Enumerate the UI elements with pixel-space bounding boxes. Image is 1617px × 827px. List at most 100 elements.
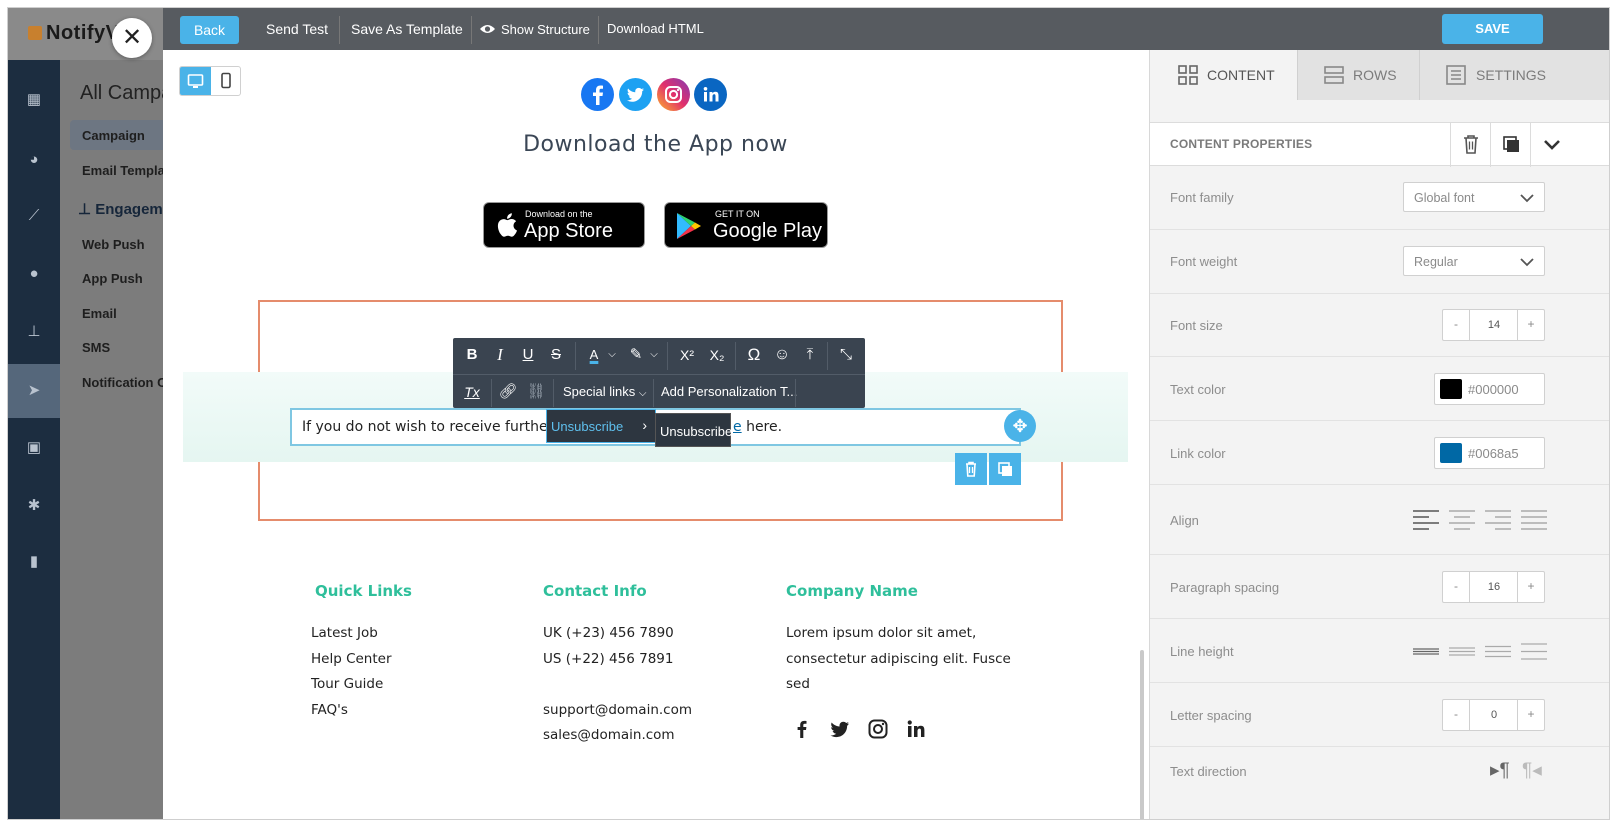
subscript-icon[interactable]: X₂ xyxy=(703,338,731,372)
send-test-button[interactable]: Send Test xyxy=(266,8,328,50)
text-color-value[interactable]: #000000 xyxy=(1468,382,1519,397)
menu-item-notification[interactable]: Notification C xyxy=(82,375,167,390)
footer-facebook-icon[interactable] xyxy=(791,718,813,740)
menu-item-campaign[interactable]: Campaign xyxy=(82,128,145,143)
italic-icon[interactable]: I xyxy=(487,338,513,372)
upload-icon[interactable]: ⤒ xyxy=(797,338,823,372)
contact-email-sales[interactable]: sales@domain.com xyxy=(543,727,675,743)
save-button[interactable]: SAVE xyxy=(1442,14,1543,44)
font-weight-select[interactable]: Regular xyxy=(1403,246,1545,276)
font-size-decrease-button[interactable]: - xyxy=(1443,310,1470,340)
apps-grid-icon[interactable]: ▦ xyxy=(24,90,44,110)
delete-block-button[interactable] xyxy=(955,453,987,485)
users-icon[interactable]: ● xyxy=(24,264,44,284)
text-color-picker[interactable]: #000000 xyxy=(1434,373,1545,405)
add-personalization-dropdown[interactable]: Add Personalization T... xyxy=(661,375,797,409)
superscript-icon[interactable]: X² xyxy=(673,338,701,372)
book-icon[interactable]: ▮ xyxy=(24,552,44,572)
link-color-swatch[interactable] xyxy=(1440,443,1462,463)
analytics-icon[interactable]: ⟋ xyxy=(24,206,44,226)
font-size-value[interactable]: 14 xyxy=(1470,310,1518,340)
text-color-swatch[interactable] xyxy=(1440,379,1462,399)
move-block-handle[interactable]: ✥ xyxy=(1004,410,1036,442)
contact-email-support[interactable]: support@domain.com xyxy=(543,702,692,718)
link-color-value[interactable]: #0068a5 xyxy=(1468,446,1519,461)
line-height-loose-icon[interactable] xyxy=(1520,640,1548,662)
menu-item-app-push[interactable]: App Push xyxy=(82,271,143,286)
text-color-icon[interactable]: A xyxy=(581,338,607,372)
footer-link[interactable]: Latest Job xyxy=(311,625,378,641)
duplicate-content-button[interactable] xyxy=(1490,123,1530,167)
app-store-badge[interactable]: Download on the App Store xyxy=(483,202,645,248)
linkedin-icon[interactable] xyxy=(694,78,727,111)
unsubscribe-link[interactable]: e xyxy=(733,419,742,435)
mobile-view-button[interactable] xyxy=(211,67,241,95)
back-button[interactable]: Back xyxy=(180,16,239,44)
strikethrough-icon[interactable]: S xyxy=(543,338,569,372)
bold-icon[interactable]: B xyxy=(459,338,485,372)
align-justify-icon[interactable] xyxy=(1520,509,1548,531)
ltr-direction-icon[interactable]: ▸¶ xyxy=(1490,759,1510,782)
desktop-view-button[interactable] xyxy=(180,67,211,95)
letter-spacing-value[interactable]: 0 xyxy=(1470,700,1518,730)
unsubscribe-text[interactable]: If you do not wish to receive further e xyxy=(302,419,566,435)
footer-twitter-icon[interactable] xyxy=(829,718,851,740)
unsubscribe-text-tail[interactable]: e here. xyxy=(733,419,782,435)
line-height-compact-icon[interactable] xyxy=(1412,640,1440,662)
special-characters-icon[interactable]: Ω xyxy=(741,338,767,372)
close-editor-button[interactable]: ✕ xyxy=(112,18,152,58)
tab-content[interactable]: CONTENT xyxy=(1150,50,1297,100)
paragraph-spacing-decrease-button[interactable]: - xyxy=(1443,572,1470,602)
footer-instagram-icon[interactable] xyxy=(867,718,889,740)
twitter-icon[interactable] xyxy=(619,78,652,111)
rtl-direction-icon[interactable]: ¶◂ xyxy=(1522,759,1542,782)
special-links-dropdown[interactable]: Special links ⌵ xyxy=(563,375,646,409)
send-icon[interactable]: ➤ xyxy=(8,364,60,418)
duplicate-block-button[interactable] xyxy=(989,453,1021,485)
line-height-normal-icon[interactable] xyxy=(1448,640,1476,662)
hierarchy-icon[interactable]: ⊥ xyxy=(24,322,44,342)
letter-spacing-decrease-button[interactable]: - xyxy=(1443,700,1470,730)
menu-item-email-templates[interactable]: Email Templat xyxy=(82,163,169,178)
align-left-icon[interactable] xyxy=(1412,509,1440,531)
save-as-template-button[interactable]: Save As Template xyxy=(351,8,463,50)
footer-link[interactable]: Tour Guide xyxy=(311,676,383,692)
tab-rows[interactable]: ROWS xyxy=(1297,50,1419,100)
delete-content-button[interactable] xyxy=(1450,123,1490,167)
show-structure-button[interactable]: Show Structure xyxy=(479,8,590,50)
collapse-icon[interactable]: ⤡ xyxy=(833,338,859,372)
clear-format-icon[interactable]: Tx xyxy=(459,375,485,409)
menu-item-email[interactable]: Email xyxy=(82,306,117,321)
font-family-select[interactable]: Global font xyxy=(1403,182,1545,212)
emoji-icon[interactable]: ☺ xyxy=(769,338,795,372)
align-center-icon[interactable] xyxy=(1448,509,1476,531)
link-icon[interactable]: 🔗︎ xyxy=(495,375,521,409)
settings-gear-icon[interactable]: ✱ xyxy=(24,496,44,516)
canvas-scrollbar[interactable] xyxy=(1140,650,1144,819)
unlink-icon[interactable]: ⛓︎ xyxy=(523,375,549,409)
chevron-down-icon[interactable]: ⌵ xyxy=(647,338,661,372)
paragraph-spacing-value[interactable]: 16 xyxy=(1470,572,1518,602)
facebook-icon[interactable] xyxy=(581,78,614,111)
tab-settings[interactable]: SETTINGS xyxy=(1419,50,1609,100)
submenu-unsubscribe-option[interactable]: Unsubscribe xyxy=(655,413,732,447)
footer-link[interactable]: FAQ's xyxy=(311,702,348,718)
download-html-button[interactable]: Download HTML xyxy=(607,8,704,50)
footer-linkedin-icon[interactable] xyxy=(905,718,927,740)
highlight-icon[interactable]: ✎ xyxy=(623,338,649,372)
menu-item-web-push[interactable]: Web Push xyxy=(82,237,145,252)
dashboard-icon[interactable]: ◕ xyxy=(24,150,44,170)
menu-item-sms[interactable]: SMS xyxy=(82,340,110,355)
underline-icon[interactable]: U xyxy=(515,338,541,372)
chevron-down-icon[interactable]: ⌵ xyxy=(605,338,619,372)
paragraph-spacing-increase-button[interactable]: + xyxy=(1517,572,1544,602)
image-icon[interactable]: ▣ xyxy=(24,438,44,458)
google-play-badge[interactable]: GET IT ON Google Play xyxy=(664,202,828,248)
letter-spacing-increase-button[interactable]: + xyxy=(1517,700,1544,730)
line-height-relaxed-icon[interactable] xyxy=(1484,640,1512,662)
footer-link[interactable]: Help Center xyxy=(311,651,392,667)
link-color-picker[interactable]: #0068a5 xyxy=(1434,437,1545,469)
special-links-menu-unsubscribe[interactable]: Unsubscribe › xyxy=(546,409,656,443)
collapse-panel-button[interactable] xyxy=(1530,123,1572,167)
instagram-icon[interactable] xyxy=(657,78,690,111)
